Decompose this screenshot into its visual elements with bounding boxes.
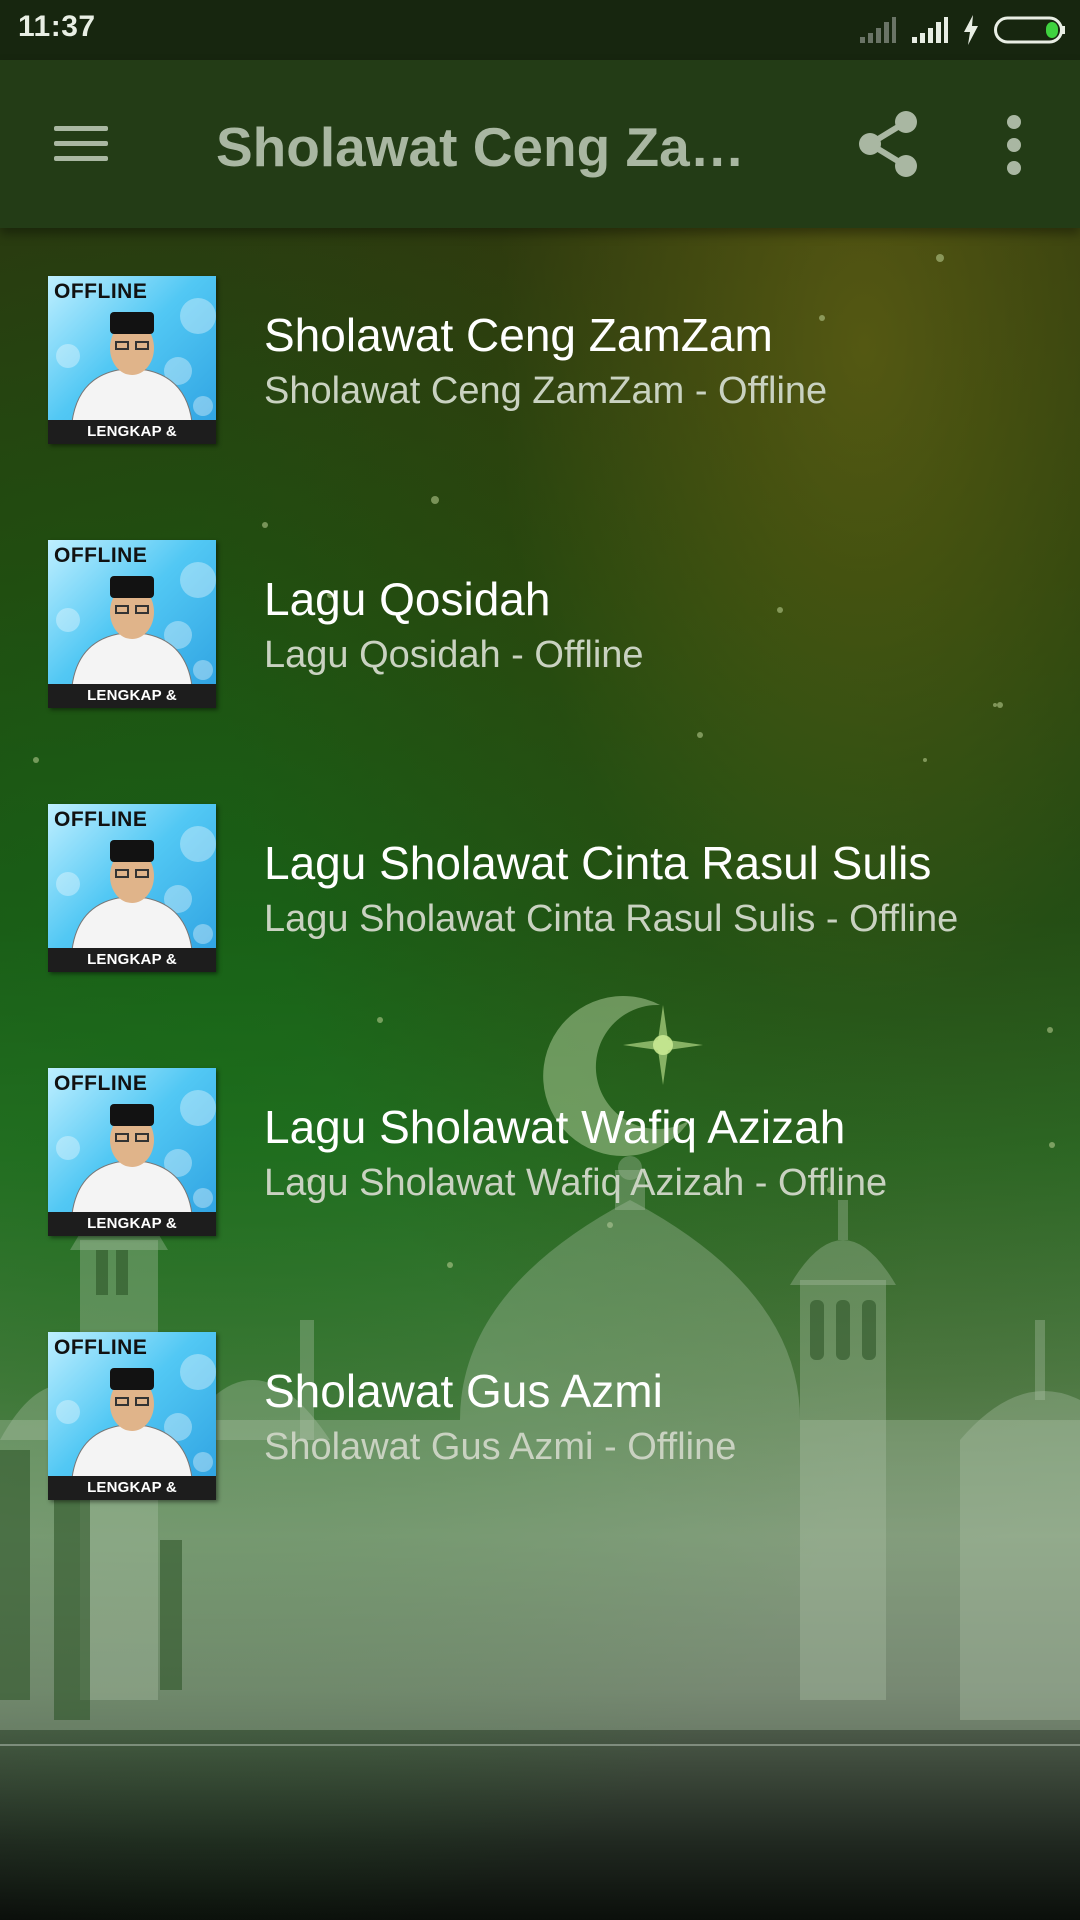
song-thumbnail: OFFLINE LENGKAP & TERBARU xyxy=(48,276,216,444)
song-subtitle: Lagu Sholawat Cinta Rasul Sulis - Offlin… xyxy=(264,898,959,940)
status-bar: 11:37 xyxy=(0,0,1080,60)
thumbnail-offline-label: OFFLINE xyxy=(54,280,148,303)
person-photo xyxy=(71,312,193,422)
song-title: Lagu Qosidah xyxy=(264,573,551,625)
thumbnail-offline-label: OFFLINE xyxy=(54,1336,148,1359)
song-subtitle: Lagu Sholawat Wafiq Azizah - Offline xyxy=(264,1162,888,1204)
song-subtitle: Lagu Qosidah - Offline xyxy=(264,634,644,676)
list-item[interactable]: OFFLINE LENGKAP & TERBARU Sholawat Gus A… xyxy=(0,1286,1080,1550)
thumbnail-bottom-label: LENGKAP & TERBARU xyxy=(48,948,216,972)
list-item[interactable]: OFFLINE LENGKAP & TERBARU Lagu Sholawat … xyxy=(0,758,1080,1022)
song-thumbnail: OFFLINE LENGKAP & TERBARU xyxy=(48,1332,216,1500)
signal-weak-icon xyxy=(860,17,896,43)
signal-icon xyxy=(912,17,948,43)
share-icon[interactable] xyxy=(856,110,920,178)
status-time: 11:37 xyxy=(18,10,96,43)
menu-button[interactable] xyxy=(50,122,112,166)
more-vert-icon[interactable] xyxy=(996,112,1032,178)
person-photo xyxy=(71,576,193,686)
menu-icon xyxy=(54,126,108,131)
app-bar: Sholawat Ceng ZamZam xyxy=(0,60,1080,228)
song-title: Lagu Sholawat Cinta Rasul Sulis xyxy=(264,837,932,889)
menu-icon-bar xyxy=(54,156,108,161)
person-photo xyxy=(71,840,193,950)
song-title: Sholawat Ceng ZamZam xyxy=(264,309,773,361)
thumbnail-bottom-label: LENGKAP & TERBARU xyxy=(48,420,216,444)
song-thumbnail: OFFLINE LENGKAP & TERBARU xyxy=(48,1068,216,1236)
list-item[interactable]: OFFLINE LENGKAP & TERBARU Sholawat Ceng … xyxy=(0,230,1080,494)
thumbnail-offline-label: OFFLINE xyxy=(54,544,148,567)
song-thumbnail: OFFLINE LENGKAP & TERBARU xyxy=(48,804,216,972)
thumbnail-bottom-label: LENGKAP & TERBARU xyxy=(48,1476,216,1500)
thumbnail-offline-label: OFFLINE xyxy=(54,808,148,831)
song-thumbnail: OFFLINE LENGKAP & TERBARU xyxy=(48,540,216,708)
person-photo xyxy=(71,1104,193,1214)
menu-icon-bar xyxy=(54,141,108,146)
song-subtitle: Sholawat Ceng ZamZam - Offline xyxy=(264,370,828,412)
battery-icon xyxy=(994,16,1065,44)
app-title: Sholawat Ceng ZamZam xyxy=(216,116,756,178)
status-icons xyxy=(858,14,1066,46)
bottom-divider xyxy=(0,1744,1080,1746)
charging-icon xyxy=(964,15,978,45)
song-title: Sholawat Gus Azmi xyxy=(264,1365,663,1417)
list-item[interactable]: OFFLINE LENGKAP & TERBARU Lagu Sholawat … xyxy=(0,1022,1080,1286)
song-title: Lagu Sholawat Wafiq Azizah xyxy=(264,1101,846,1153)
list-item[interactable]: OFFLINE LENGKAP & TERBARU Lagu Qosidah L… xyxy=(0,494,1080,758)
thumbnail-offline-label: OFFLINE xyxy=(54,1072,148,1095)
person-photo xyxy=(71,1368,193,1478)
thumbnail-bottom-label: LENGKAP & TERBARU xyxy=(48,1212,216,1236)
song-subtitle: Sholawat Gus Azmi - Offline xyxy=(264,1426,737,1468)
thumbnail-bottom-label: LENGKAP & TERBARU xyxy=(48,684,216,708)
